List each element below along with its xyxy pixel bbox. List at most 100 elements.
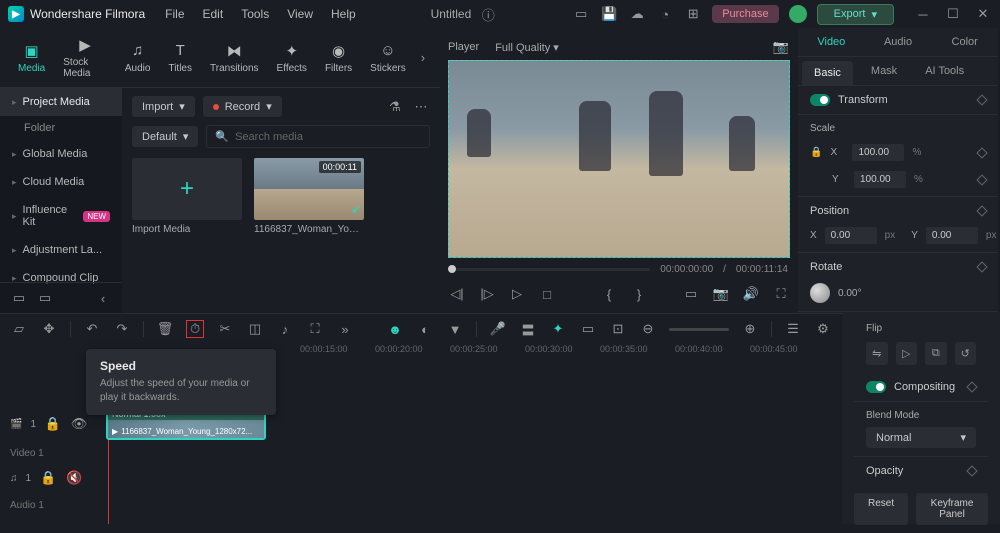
sidebar-adjustment[interactable]: ▸Adjustment La... [0,236,122,264]
flip-reset-button[interactable]: ↺ [955,342,977,365]
flip-play-button[interactable]: ▷ [896,342,918,365]
list-icon[interactable]: ☰ [784,320,802,338]
play-icon[interactable]: ▷ [508,285,526,303]
scale-y-input[interactable] [854,171,906,188]
save-icon[interactable]: 💾 [600,5,618,23]
zoom-out-icon[interactable]: ⊖ [639,320,657,338]
volume-icon[interactable]: 🔊 [742,285,760,303]
expand-icon[interactable]: ⛶ [306,320,324,338]
visibility-icon[interactable]: 👁 [70,415,88,433]
color-icon[interactable]: ◐ [416,320,434,338]
snap-icon[interactable]: ⊡ [609,320,627,338]
keyframe-icon[interactable] [966,381,977,392]
pos-y-input[interactable] [926,227,978,244]
ai-icon[interactable]: ☻ [386,320,404,338]
new-folder-icon[interactable]: ▭ [10,289,28,307]
ribbon-more-icon[interactable]: › [416,49,430,67]
ribbon-effects[interactable]: ✦Effects [269,38,315,78]
import-media-tile[interactable]: + Import Media [132,158,242,235]
zoom-in-icon[interactable]: ⊕ [741,320,759,338]
mark-in-icon[interactable]: { [600,285,618,303]
subtab-mask[interactable]: Mask [857,57,911,85]
play-backward-icon[interactable]: |▷ [478,285,496,303]
video-track-icon[interactable]: 🎬 [10,419,22,430]
sort-dropdown[interactable]: Default▾ [132,126,198,147]
render-icon[interactable]: ▭ [579,320,597,338]
crop-icon[interactable]: ◫ [246,320,264,338]
stop-icon[interactable]: □ [538,285,556,303]
ribbon-media[interactable]: ▣Media [10,38,53,78]
split-icon[interactable]: ✂ [216,320,234,338]
sidebar-project-media[interactable]: ▸Project Media [0,88,122,116]
lock-icon[interactable]: 🔒 [810,147,822,158]
mute-icon[interactable]: 🔇 [65,469,83,487]
sidebar-global-media[interactable]: ▸Global Media [0,140,122,168]
grid-icon[interactable]: ⊞ [684,5,702,23]
subtab-basic[interactable]: Basic [802,61,853,85]
sidebar-cloud-media[interactable]: ▸Cloud Media [0,168,122,196]
search-input[interactable]: 🔍Search media [206,125,430,148]
sidebar-folder[interactable]: Folder [0,116,122,140]
keyframe-icon[interactable] [976,147,987,158]
doc-info-icon[interactable]: ⓘ [479,5,497,23]
progress-icon[interactable]: ◔ [656,5,674,23]
mixer-icon[interactable]: 〓 [519,320,537,338]
scale-x-input[interactable] [852,144,904,161]
keyframe-icon[interactable] [976,205,987,216]
pos-x-input[interactable] [825,227,877,244]
lock-icon[interactable]: 🔒 [39,469,57,487]
ribbon-stock[interactable]: ▶Stock Media [55,32,115,83]
keyframe-icon[interactable] [966,465,977,476]
ribbon-stickers[interactable]: ☺Stickers [362,38,414,78]
prev-frame-icon[interactable]: ◁| [448,285,466,303]
marker-icon[interactable]: ▼ [446,320,464,338]
transform-toggle[interactable] [810,94,830,106]
close-button[interactable]: ✕ [974,5,992,23]
ribbon-transitions[interactable]: ⧓Transitions [202,38,267,78]
keyframe-icon[interactable] [976,94,987,105]
flip-horizontal-button[interactable]: ⇋ [866,342,888,365]
export-button[interactable]: Export▾ [817,4,894,25]
screenshot-icon[interactable]: 📷 [712,285,730,303]
menu-file[interactable]: File [165,7,184,21]
ribbon-filters[interactable]: ◉Filters [317,38,360,78]
snapshot-icon[interactable]: 📷 [772,38,790,56]
preview-screen[interactable] [448,60,790,258]
select-tool-icon[interactable]: ▱ [10,320,28,338]
tab-audio[interactable]: Audio [865,28,932,56]
maximize-button[interactable]: ☐ [944,5,962,23]
audio-tool-icon[interactable]: ♪ [276,320,294,338]
display-icon[interactable]: ▭ [682,285,700,303]
auto-icon[interactable]: ✦ [549,320,567,338]
rotate-knob[interactable] [810,283,830,303]
cloud-icon[interactable]: ☁ [628,5,646,23]
avatar[interactable] [789,5,807,23]
flip-copy-button[interactable]: ⧉ [925,342,947,365]
hand-tool-icon[interactable]: ✥ [40,320,58,338]
menu-edit[interactable]: Edit [203,7,224,21]
delete-icon[interactable]: 🗑 [156,320,174,338]
media-clip-tile[interactable]: 00:00:11 ✔ 1166837_Woman_Young_12... [254,158,364,235]
tab-video[interactable]: Video [798,28,865,56]
quality-select[interactable]: Full Quality ▾ [495,41,559,54]
speed-icon[interactable]: ⏱ [186,320,204,338]
more-tools-icon[interactable]: » [336,320,354,338]
mic-icon[interactable]: 🎤 [489,320,507,338]
tab-color[interactable]: Color [931,28,998,56]
keyframe-panel-button[interactable]: Keyframe Panel [916,493,988,525]
mark-out-icon[interactable]: } [630,285,648,303]
keyframe-icon[interactable] [976,174,987,185]
record-dropdown[interactable]: Record▾ [203,96,282,117]
screen-icon[interactable]: ▭ [572,5,590,23]
import-dropdown[interactable]: Import▾ [132,96,195,117]
reset-button[interactable]: Reset [854,493,908,525]
compositing-toggle[interactable] [866,381,886,393]
progress-bar[interactable] [450,268,650,271]
fullscreen-icon[interactable]: ⛶ [772,285,790,303]
audio-track-icon[interactable]: ♫ [10,473,18,484]
subtab-ai[interactable]: AI Tools [911,57,978,85]
redo-icon[interactable]: ↷ [113,320,131,338]
settings-icon[interactable]: ⚙ [814,320,832,338]
undo-icon[interactable]: ↶ [83,320,101,338]
menu-view[interactable]: View [287,7,313,21]
